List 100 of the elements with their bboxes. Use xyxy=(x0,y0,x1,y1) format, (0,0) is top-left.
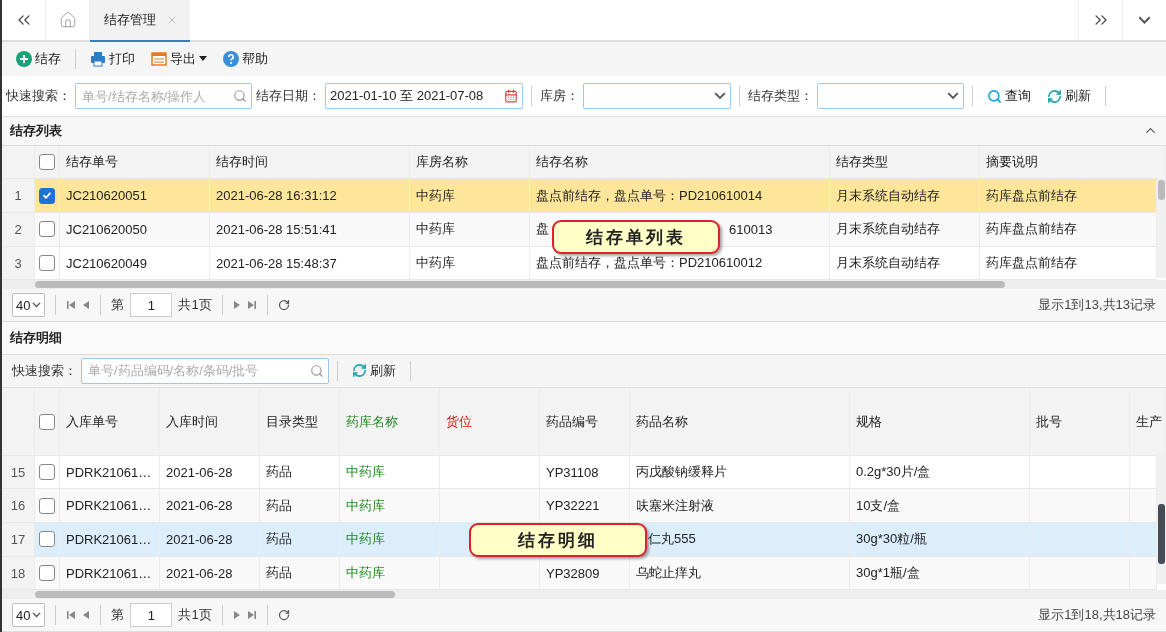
table-cell: 2021-06-28 15:51:41 xyxy=(210,213,410,246)
table-row[interactable]: 15 PDRK21061… 2021-06-28 药品 中药库 YP31108 丙戊酸钠缓释片 0.2g*30片/盒 xyxy=(2,455,1157,490)
column-header[interactable]: 药品编号 xyxy=(540,388,630,455)
home-icon xyxy=(58,10,77,29)
column-header[interactable]: 结存单号 xyxy=(60,145,210,179)
last-page-icon[interactable] xyxy=(246,300,257,311)
column-header[interactable]: 结存时间 xyxy=(210,145,410,179)
column-header[interactable]: 规格 xyxy=(850,388,1030,455)
chevron-down-icon xyxy=(947,92,959,100)
chevron-down-icon xyxy=(714,92,726,100)
record-summary: 显示1到13,共13记录 xyxy=(1038,296,1156,315)
row-checkbox[interactable] xyxy=(39,221,55,238)
column-header[interactable]: 结存名称 xyxy=(530,145,830,179)
row-number: 18 xyxy=(2,556,35,590)
scrollbar-thumb[interactable] xyxy=(35,591,395,599)
help-icon xyxy=(223,50,239,67)
row-checkbox[interactable] xyxy=(39,497,55,514)
table-cell: 2021-06-28 16:31:12 xyxy=(210,179,410,212)
row-number: 16 xyxy=(2,489,35,523)
column-header[interactable]: 库房名称 xyxy=(410,145,530,179)
next-page-icon[interactable] xyxy=(232,610,241,621)
table-row[interactable]: 18 PDRK21061… 2021-06-28 药品 中药库 YP32809 乌蛇止痒丸 30g*1瓶/盒 xyxy=(2,556,1157,591)
row-checkbox[interactable] xyxy=(39,565,55,582)
page-label: 第 xyxy=(111,606,125,625)
toolbar-button[interactable]: 结存 xyxy=(10,47,67,70)
row-number: 15 xyxy=(2,455,35,489)
table-cell: 2021-06-28 xyxy=(160,455,260,489)
table-cell: 药品 xyxy=(260,523,340,556)
refresh-button[interactable]: 刷新 xyxy=(1041,85,1097,108)
column-header[interactable]: 入库时间 xyxy=(160,388,260,455)
column-header[interactable]: 药库名称 xyxy=(340,388,440,455)
store-select[interactable] xyxy=(583,83,731,110)
table-cell: 月末系统自动结存 xyxy=(830,246,980,280)
column-header[interactable]: 入库单号 xyxy=(60,388,160,455)
chevron-down-icon xyxy=(1138,15,1151,24)
type-select[interactable] xyxy=(817,83,964,110)
page-size-select[interactable]: 40 xyxy=(12,603,46,628)
date-range-field[interactable]: 2021-01-10 至 2021-07-08 xyxy=(325,83,523,110)
field-label: 库房： xyxy=(540,87,579,106)
column-header[interactable]: 批号 xyxy=(1030,388,1130,455)
column-header[interactable]: 货位 xyxy=(440,388,540,455)
scrollbar-thumb[interactable] xyxy=(1158,504,1165,564)
select-all-checkbox[interactable] xyxy=(39,413,55,430)
table-cell: 药品 xyxy=(260,556,340,590)
first-page-icon[interactable] xyxy=(66,300,77,311)
scrollbar-thumb[interactable] xyxy=(35,281,1005,289)
page-number-input[interactable]: 1 xyxy=(130,293,173,318)
column-header[interactable]: 药品名称 xyxy=(630,388,850,455)
table-cell: 0.2g*30片/盒 xyxy=(850,455,1030,489)
table-cell-text: 仁丸555 xyxy=(648,530,696,549)
query-button[interactable]: 查询 xyxy=(981,85,1037,108)
next-page-icon[interactable] xyxy=(232,300,241,311)
table-cell: 2021-06-28 xyxy=(160,489,260,523)
panel-title: 结存列表 xyxy=(10,121,62,140)
toolbar-button[interactable]: 打印 xyxy=(84,47,141,70)
previous-page-icon[interactable] xyxy=(82,610,91,621)
table-cell: PDRK21061… xyxy=(60,523,160,556)
search-field[interactable]: 单号/药品编码/名称/条码/批号 xyxy=(81,358,329,384)
table-row[interactable]: 1 JC210620051 2021-06-28 16:31:12 中药库 盘点前结存，盘点单号：PD210610014 月末系统自动结存 药库盘点前结存 xyxy=(2,179,1157,213)
last-page-icon[interactable] xyxy=(246,610,257,621)
select-all-checkbox[interactable] xyxy=(39,153,55,170)
table-cell: 30g*30粒/瓶 xyxy=(850,523,1030,556)
page-label: 第 xyxy=(111,296,125,315)
table-cell: JC210620050 xyxy=(60,213,210,246)
calendar-icon xyxy=(504,89,518,104)
reload-icon[interactable] xyxy=(277,299,290,312)
search-icon xyxy=(233,89,247,104)
panel-title: 结存明细 xyxy=(10,328,62,347)
table-cell: JC210620051 xyxy=(60,179,210,212)
column-header[interactable]: 结存类型 xyxy=(830,145,980,179)
row-checkbox[interactable] xyxy=(39,464,55,481)
row-checkbox[interactable] xyxy=(39,255,55,271)
table-cell: 丙戊酸钠缓释片 xyxy=(630,455,850,489)
row-checkbox[interactable] xyxy=(39,531,55,548)
table-cell: 药品 xyxy=(260,489,340,523)
toolbar-button[interactable]: 导出 xyxy=(145,47,213,70)
page-number-input[interactable]: 1 xyxy=(130,603,173,628)
search-field[interactable]: 单号/结存名称/操作人 xyxy=(75,83,252,110)
page-count: 共1页 xyxy=(178,606,212,625)
table-cell: 中药库 xyxy=(410,213,530,246)
refresh-icon xyxy=(1047,88,1062,104)
toolbar-button[interactable]: 帮助 xyxy=(217,47,274,70)
table-cell: 呋塞米注射液 xyxy=(630,489,850,523)
table-cell: 药品 xyxy=(260,455,340,489)
column-header[interactable]: 目录类型 xyxy=(260,388,340,455)
reload-icon[interactable] xyxy=(277,609,290,622)
previous-page-icon[interactable] xyxy=(82,300,91,311)
page-size-select[interactable]: 40 xyxy=(12,293,46,318)
record-summary: 显示1到18,共18记录 xyxy=(1038,606,1156,625)
table-cell: 中药库 xyxy=(340,523,440,556)
scrollbar-thumb[interactable] xyxy=(1158,180,1165,200)
table-row[interactable]: 16 PDRK21061… 2021-06-28 药品 中药库 YP32221 呋塞米注射液 10支/盒 xyxy=(2,489,1157,524)
search-icon xyxy=(310,364,324,378)
table-row[interactable]: 3 JC210620049 2021-06-28 15:48:37 中药库 盘点前结存，盘点单号：PD210610012 月末系统自动结存 药库盘点前结存 xyxy=(2,246,1157,281)
first-page-icon[interactable] xyxy=(66,610,77,621)
row-checkbox[interactable] xyxy=(39,187,55,204)
field-label: 结存类型： xyxy=(748,87,813,106)
chevron-down-icon xyxy=(32,612,42,618)
tab[interactable]: 结存管理 xyxy=(90,0,190,42)
refresh-button[interactable]: 刷新 xyxy=(346,360,402,382)
